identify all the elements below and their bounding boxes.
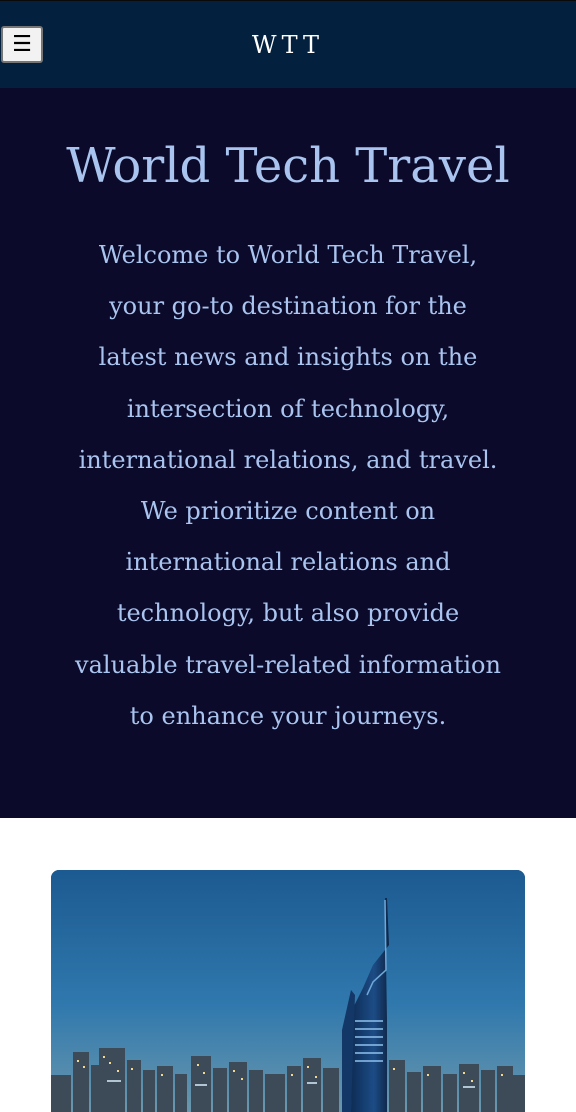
hero-intro-text: Welcome to World Tech Travel, your go-to… bbox=[75, 241, 501, 730]
hero-title: World Tech Travel bbox=[66, 138, 510, 194]
top-navbar: ☰ WTT bbox=[0, 0, 576, 88]
city-skyline-illustration bbox=[51, 870, 525, 1112]
site-brand[interactable]: WTT bbox=[0, 29, 576, 61]
city-skyline-image bbox=[51, 870, 525, 1112]
hero-section: World Tech Travel Welcome to World Tech … bbox=[0, 88, 576, 818]
